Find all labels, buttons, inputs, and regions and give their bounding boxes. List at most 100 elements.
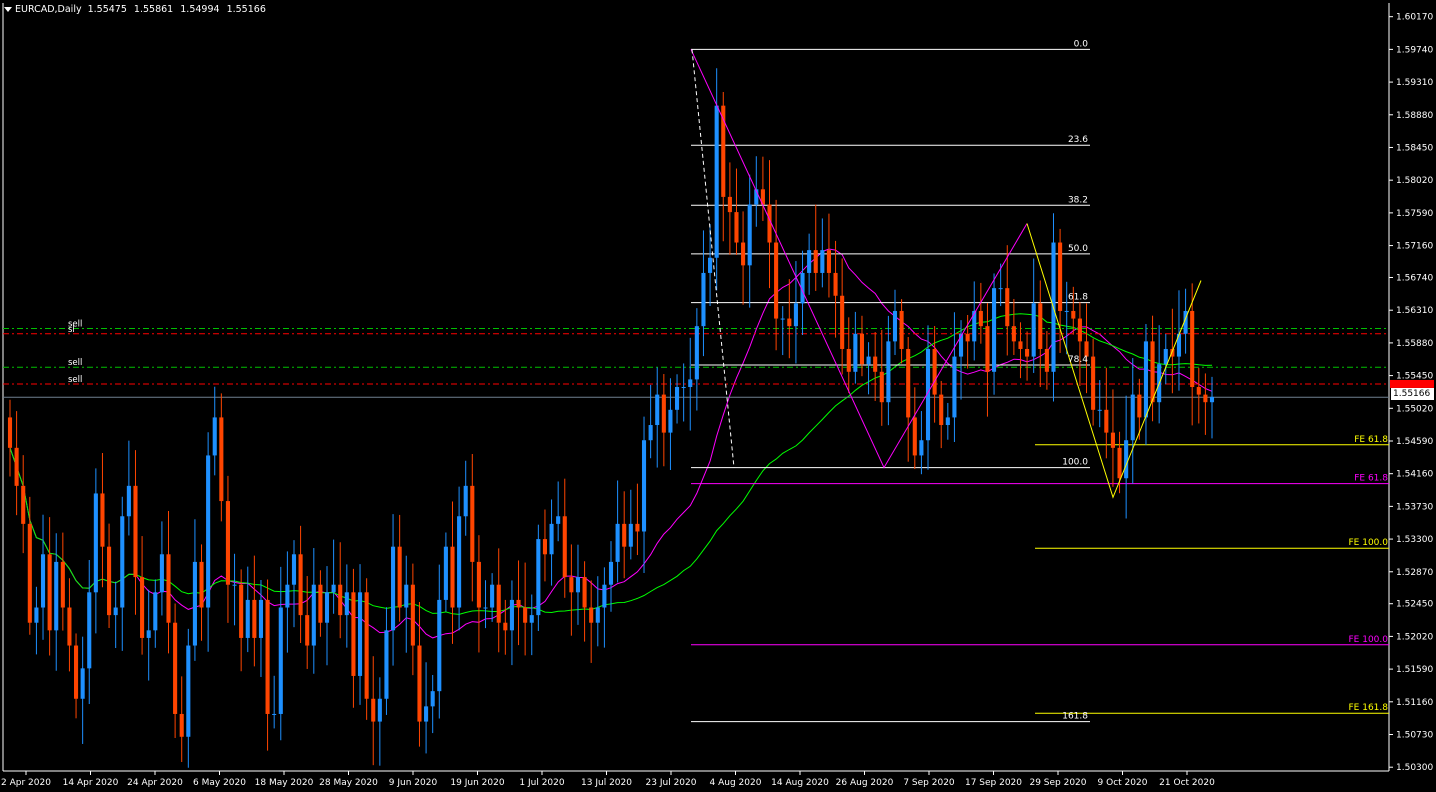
candle-body — [450, 546, 455, 608]
price-tick-label: 1.58880 — [1396, 111, 1433, 121]
chart-header: EURCAD,Daily 1.55475 1.55861 1.54994 1.5… — [4, 2, 270, 16]
candle-body — [21, 485, 26, 524]
candle-body — [344, 592, 349, 616]
candle-body — [589, 607, 594, 623]
candle-body — [430, 691, 435, 707]
candle-body — [391, 546, 396, 631]
candle-body — [866, 356, 871, 365]
candle-body — [853, 333, 858, 372]
candle-body — [384, 630, 389, 699]
candle-body — [595, 607, 600, 623]
close-price: 1.55166 — [226, 3, 266, 15]
high-price: 1.55861 — [133, 3, 174, 15]
time-tick-label: 14 Aug 2020 — [771, 778, 829, 788]
candle-body — [27, 523, 32, 623]
candle-body — [47, 554, 52, 631]
candle-body — [516, 599, 521, 608]
candle-body — [496, 584, 501, 623]
candle-body — [958, 333, 964, 357]
candle-body — [945, 417, 950, 426]
candle-body — [278, 607, 283, 714]
candle-body — [1038, 303, 1043, 349]
candle-body — [60, 561, 65, 608]
fe-level-label: FE 61.8 — [1354, 474, 1388, 484]
candle-body — [655, 394, 660, 426]
candle-body — [186, 645, 191, 737]
candle-body — [747, 204, 752, 266]
ohlc-quotes: 1.55475 1.55861 1.54994 1.55166 — [88, 4, 270, 15]
price-tick-label: 1.56310 — [1396, 306, 1433, 316]
candle-body — [173, 622, 178, 714]
candle-body — [879, 371, 884, 403]
candle-body — [377, 698, 382, 722]
price-tick-label: 1.57160 — [1396, 242, 1433, 252]
candle-body — [694, 326, 699, 380]
current-price-box: 1.55166 — [1391, 388, 1434, 400]
price-tick-label: 1.57590 — [1396, 209, 1433, 219]
candle-body — [73, 645, 79, 699]
candle-body — [787, 318, 792, 327]
candle-body — [509, 599, 514, 631]
time-tick-label: 23 Jul 2020 — [646, 778, 697, 788]
candle-body — [331, 584, 336, 593]
candle-body — [661, 394, 666, 433]
candle-body — [1044, 348, 1049, 372]
candle-body — [780, 318, 785, 320]
time-tick-label: 9 Oct 2020 — [1098, 778, 1148, 788]
candle-body — [206, 455, 211, 608]
time-tick-label: 28 May 2020 — [319, 778, 378, 788]
candle-body — [199, 561, 204, 608]
candle-body — [681, 387, 686, 388]
candle-body — [1097, 409, 1102, 411]
candle-body — [1130, 394, 1135, 441]
price-tick-label: 1.59740 — [1396, 45, 1433, 55]
candle-body — [311, 584, 316, 646]
time-tick-label: 9 Jun 2020 — [389, 778, 438, 788]
candle-body — [179, 713, 184, 737]
price-tick-label: 1.51160 — [1396, 698, 1433, 708]
order-level-label: sell — [68, 358, 82, 368]
time-tick-label: 13 Jul 2020 — [581, 778, 632, 788]
chart-window[interactable]: 0.0 23.6 38.2 50.0 61.8 78.4 100.0 161.8 FE 61.8… — [0, 0, 1436, 792]
candle-body — [575, 577, 581, 593]
dropdown-triangle-icon[interactable] — [4, 6, 12, 12]
fib-level-label: 61.8 — [1068, 293, 1088, 303]
candle-body — [159, 554, 164, 593]
candle-body — [34, 607, 39, 623]
candle-body — [1104, 409, 1109, 433]
candle-body — [483, 607, 488, 609]
price-chart[interactable]: 0.0 23.6 38.2 50.0 61.8 78.4 100.0 161.8 FE 61.8… — [0, 0, 1436, 792]
time-tick-label: 7 Sep 2020 — [903, 778, 955, 788]
price-tick-label: 1.54590 — [1396, 437, 1433, 447]
candle-body — [7, 417, 13, 448]
candle-body — [813, 250, 818, 273]
candle-body — [503, 622, 508, 631]
candle-body — [404, 584, 409, 608]
candle-body — [54, 561, 59, 631]
candle-body — [965, 333, 970, 342]
candle-body — [153, 592, 158, 631]
candle-body — [285, 584, 290, 608]
candle-body — [1209, 396, 1215, 403]
fib-level-label: 100.0 — [1062, 458, 1088, 468]
candle-body — [635, 523, 640, 532]
price-tick-label: 1.58020 — [1396, 176, 1433, 186]
order-level-label: sl — [68, 325, 75, 335]
candle-body — [324, 592, 330, 623]
price-tick-label: 1.55020 — [1396, 404, 1433, 414]
candle-body — [40, 554, 46, 608]
candle-body — [1018, 341, 1023, 349]
candle-body — [668, 409, 673, 433]
candle-body — [1190, 310, 1195, 387]
time-tick-label: 21 Oct 2020 — [1159, 778, 1215, 788]
candle-body — [793, 303, 798, 327]
fib-level-label: 161.8 — [1062, 712, 1088, 722]
time-tick-label: 14 Apr 2020 — [63, 778, 119, 788]
candle-body — [708, 257, 713, 273]
candle-body — [674, 387, 680, 410]
candle-body — [1196, 387, 1201, 395]
candlesticks — [7, 68, 1215, 768]
candle-body — [1071, 310, 1076, 319]
candle-body — [992, 288, 997, 372]
candle-body — [490, 584, 495, 608]
